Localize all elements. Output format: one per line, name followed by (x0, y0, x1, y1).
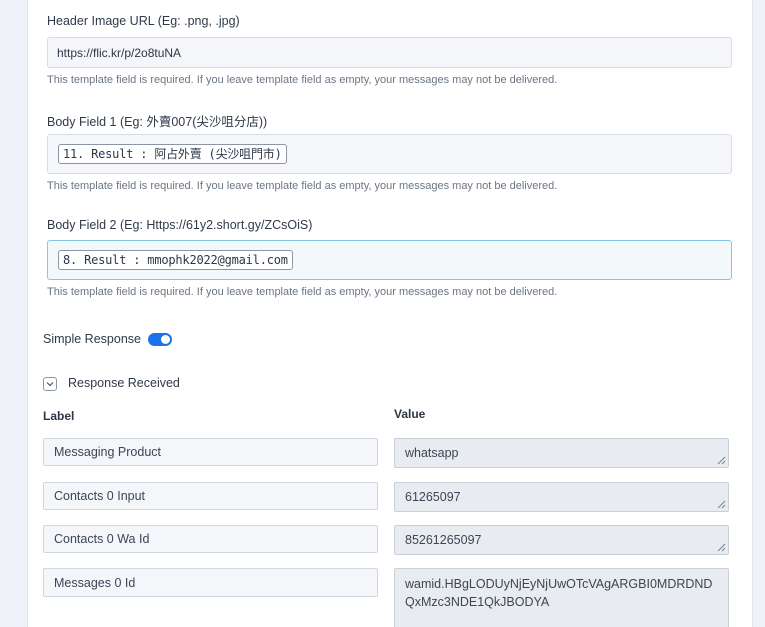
response-row-value[interactable]: whatsapp (394, 438, 729, 468)
header-image-url-hint: This template field is required. If you … (47, 74, 558, 86)
body-field-1-hint: This template field is required. If you … (47, 180, 558, 192)
body-field-1-label: Body Field 1 (Eg: 外賣007(尖沙咀分店)) (47, 115, 268, 129)
simple-response-toggle-icon[interactable] (148, 333, 172, 346)
response-row-label: Contacts 0 Input (43, 482, 378, 510)
body-field-1-token[interactable]: 11. Result : 阿占外賣 (尖沙咀門市) (58, 144, 287, 164)
resize-handle-icon[interactable] (717, 543, 726, 552)
row-label-text: Contacts 0 Wa Id (54, 532, 150, 546)
row-value-text: 61265097 (405, 490, 461, 504)
response-received-title: Response Received (68, 376, 180, 390)
body-field-1-input[interactable]: 11. Result : 阿占外賣 (尖沙咀門市) (47, 134, 732, 174)
simple-response-label: Simple Response (43, 332, 141, 346)
response-row-label: Contacts 0 Wa Id (43, 525, 378, 553)
header-image-url-input[interactable]: https://flic.kr/p/2o8tuNA (47, 37, 732, 68)
body-field-2-input[interactable]: 8. Result : mmophk2022@gmail.com (47, 240, 732, 280)
response-row-label: Messaging Product (43, 438, 378, 466)
row-value-text: whatsapp (405, 446, 459, 460)
body-field-2-token[interactable]: 8. Result : mmophk2022@gmail.com (58, 250, 293, 270)
chevron-down-icon (46, 382, 54, 387)
row-label-text: Contacts 0 Input (54, 489, 146, 503)
row-value-text: wamid.HBgLODUyNjEyNjUwOTcVAgARGBI0MDRDND… (405, 577, 713, 609)
response-row-value[interactable]: 85261265097 (394, 525, 729, 555)
resize-handle-icon[interactable] (717, 500, 726, 509)
response-row-value[interactable]: wamid.HBgLODUyNjEyNjUwOTcVAgARGBI0MDRDND… (394, 568, 729, 627)
body-field-2-label: Body Field 2 (Eg: Https://61y2.short.gy/… (47, 218, 313, 232)
response-collapse-button[interactable] (43, 377, 57, 391)
row-label-text: Messages 0 Id (54, 575, 136, 590)
row-label-text: Messaging Product (54, 445, 162, 459)
label-column-header: Label (43, 409, 75, 423)
row-value-text: 85261265097 (405, 533, 482, 547)
resize-handle-icon[interactable] (717, 456, 726, 465)
header-image-url-label: Header Image URL (Eg: .png, .jpg) (47, 14, 240, 28)
response-row-label: Messages 0 Id (43, 568, 378, 597)
toggle-knob (161, 335, 170, 344)
value-column-header: Value (394, 407, 426, 421)
response-row-value[interactable]: 61265097 (394, 482, 729, 512)
body-field-2-hint: This template field is required. If you … (47, 286, 558, 298)
header-image-url-value: https://flic.kr/p/2o8tuNA (57, 45, 182, 60)
